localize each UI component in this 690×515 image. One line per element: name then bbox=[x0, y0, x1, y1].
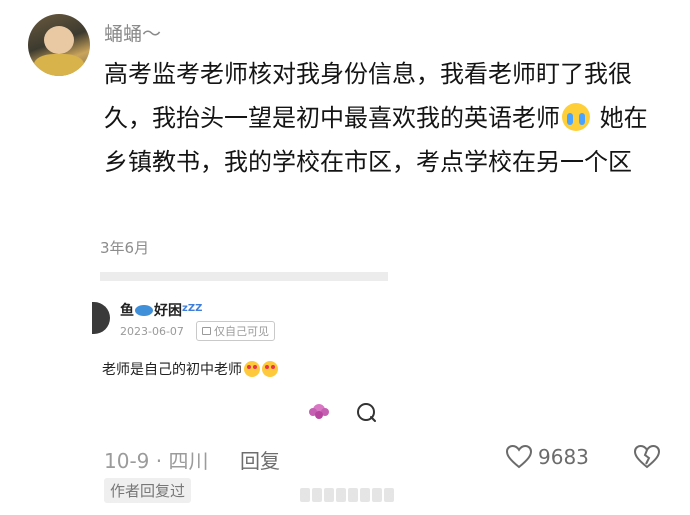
heart-eyes-emoji-icon bbox=[244, 361, 260, 377]
embedded-post-text-content: 老师是自己的初中老师 bbox=[102, 362, 242, 378]
like-count: 9683 bbox=[538, 445, 589, 469]
avatar-face bbox=[44, 26, 74, 54]
embedded-post-text: 老师是自己的初中老师 bbox=[102, 359, 278, 379]
avatar-shirt bbox=[34, 54, 84, 76]
embedded-post-card[interactable]: 鱼 好困zZZ 2023-06-07 仅自己可见 老师是自己的初中老师 bbox=[92, 281, 388, 437]
privacy-badge: 仅自己可见 bbox=[196, 321, 275, 341]
author-replied-badge: 作者回复过 bbox=[104, 478, 192, 503]
comment-text: 高考监考老师核对我身份信息，我看老师盯了我很久，我抬头一望是初中最喜欢我的英语老… bbox=[104, 52, 664, 184]
reaction-flower-icon[interactable] bbox=[307, 401, 331, 421]
watermark bbox=[300, 487, 404, 503]
commenter-avatar[interactable] bbox=[28, 14, 90, 76]
embedded-author-avatar[interactable] bbox=[92, 302, 110, 334]
commenter-username[interactable]: 蛹蛹～ bbox=[104, 19, 161, 46]
embedded-date-header: 3年6月 bbox=[100, 239, 150, 257]
comment-bubble-icon[interactable] bbox=[355, 401, 377, 423]
dislike-broken-heart-icon[interactable] bbox=[633, 443, 661, 471]
comment-text-part1: 高考监考老师核对我身份信息，我看老师盯了我很久，我抬头一望是初中最喜欢我的英语老… bbox=[104, 60, 632, 132]
embedded-author-suffix: 好困 bbox=[154, 303, 182, 319]
zzz-emoji-icon: zZZ bbox=[182, 303, 203, 314]
heart-eyes-emoji-icon bbox=[262, 361, 278, 377]
embedded-separator bbox=[100, 272, 388, 281]
embedded-author-name-text: 鱼 bbox=[120, 303, 134, 319]
embedded-author-name[interactable]: 鱼 好困zZZ bbox=[120, 300, 202, 320]
fish-emoji-icon bbox=[135, 305, 153, 316]
embedded-post-date: 2023-06-07 bbox=[120, 325, 184, 338]
reply-button[interactable]: 回复 bbox=[240, 445, 280, 474]
comment-time-location: 10-9 · 四川 bbox=[104, 449, 209, 473]
lock-icon bbox=[202, 327, 211, 335]
like-heart-icon[interactable] bbox=[505, 443, 533, 471]
crying-face-emoji-icon bbox=[562, 103, 590, 131]
privacy-label: 仅自己可见 bbox=[214, 325, 269, 338]
